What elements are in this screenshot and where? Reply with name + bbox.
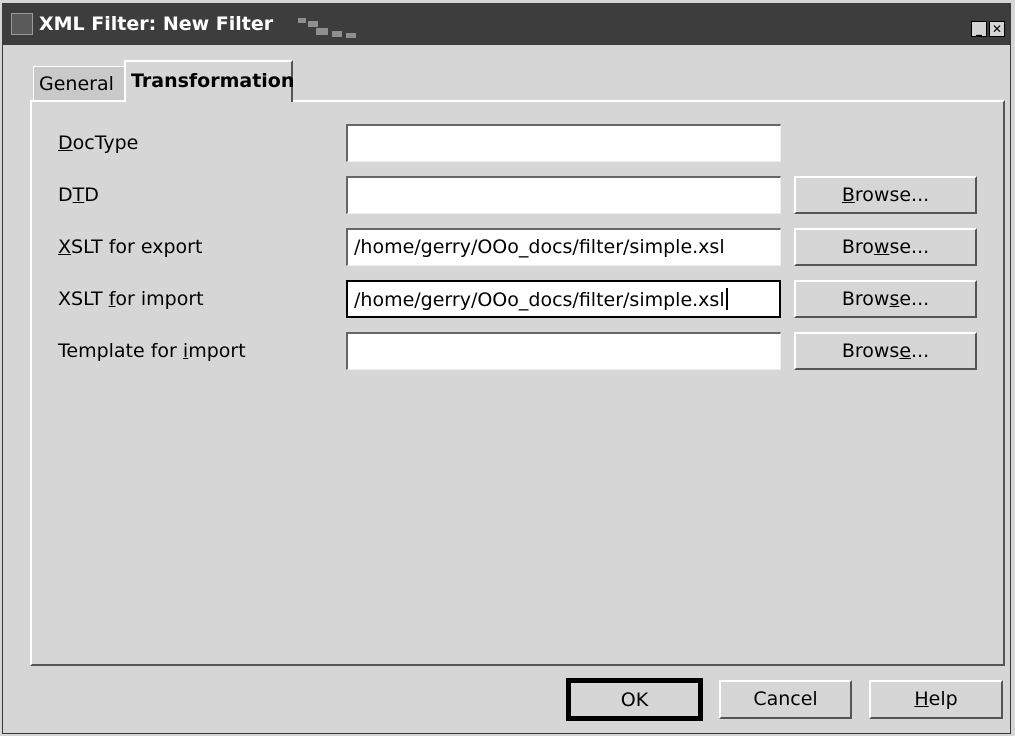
xslt-export-label: XSLT for export bbox=[58, 236, 203, 258]
xslt-import-browse-button[interactable]: Browse... bbox=[794, 280, 977, 318]
app-icon[interactable] bbox=[11, 13, 33, 35]
doctype-input[interactable] bbox=[346, 124, 781, 162]
xslt-import-value: /home/gerry/OOo_docs/filter/simple.xsl bbox=[354, 289, 725, 311]
title-bar[interactable]: XML Filter: New Filter _ ✕ bbox=[3, 4, 1010, 45]
dtd-browse-button[interactable]: Browse... bbox=[794, 176, 977, 214]
template-import-browse-button[interactable]: Browse... bbox=[794, 332, 977, 370]
template-import-label: Template for import bbox=[58, 340, 246, 362]
xml-filter-dialog: XML Filter: New Filter _ ✕ General Trans… bbox=[2, 3, 1011, 734]
doctype-label: DocType bbox=[58, 132, 139, 154]
dtd-mnemonic: T bbox=[72, 184, 85, 206]
close-icon[interactable]: ✕ bbox=[989, 21, 1005, 37]
tab-general[interactable]: General bbox=[33, 66, 125, 100]
text-caret bbox=[725, 288, 728, 310]
dtd-label: DTD bbox=[58, 184, 99, 206]
xslt-export-browse-button[interactable]: Browse... bbox=[794, 228, 977, 266]
tab-general-label: General bbox=[39, 73, 114, 95]
tab-transformation-label: Transformation bbox=[131, 70, 295, 92]
xslt-import-mnemonic: f bbox=[108, 288, 116, 310]
template-import-input[interactable] bbox=[346, 332, 781, 370]
window-title: XML Filter: New Filter bbox=[39, 13, 274, 35]
xslt-import-input[interactable]: /home/gerry/OOo_docs/filter/simple.xsl bbox=[346, 280, 781, 318]
titlebar-decoration bbox=[298, 18, 358, 42]
help-button[interactable]: Help bbox=[869, 680, 1003, 719]
doctype-mnemonic: D bbox=[58, 132, 73, 154]
minimize-icon[interactable]: _ bbox=[971, 21, 987, 37]
cancel-button[interactable]: Cancel bbox=[719, 680, 852, 719]
ok-button[interactable]: OK bbox=[566, 678, 703, 721]
xslt-export-input[interactable]: /home/gerry/OOo_docs/filter/simple.xsl bbox=[346, 228, 781, 266]
template-import-mnemonic: i bbox=[182, 340, 189, 362]
xslt-import-label: XSLT for import bbox=[58, 288, 204, 310]
dtd-input[interactable] bbox=[346, 176, 781, 214]
xslt-export-mnemonic: X bbox=[58, 236, 72, 258]
tab-transformation[interactable]: Transformation bbox=[124, 60, 295, 102]
